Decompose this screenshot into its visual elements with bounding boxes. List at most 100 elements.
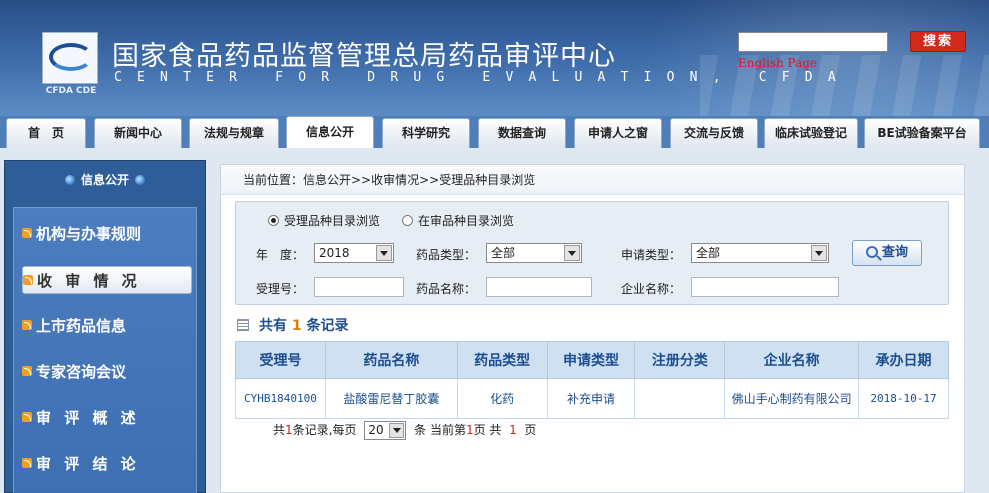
english-page-link[interactable]: English Page xyxy=(738,56,817,70)
sidebar-item-label: 专家咨询会议 xyxy=(36,363,127,381)
sidebar-item-label: 上市药品信息 xyxy=(36,317,127,335)
radio-label: 在审品种目录浏览 xyxy=(418,214,515,228)
chevron-down-icon[interactable] xyxy=(564,245,580,261)
sidebar-item-marketed-drugs[interactable]: 上市药品信息 xyxy=(22,312,192,340)
rss-icon xyxy=(22,320,32,330)
logo-swirl-icon xyxy=(49,43,93,71)
drug-type-select-value: 全部 xyxy=(491,246,516,260)
pager-total: 1 xyxy=(285,423,293,437)
record-count-number: 1 xyxy=(291,318,302,334)
sidebar-menu: 机构与办事规则 收 审 情 况 上市药品信息 专家咨询会议 审 评 概 述 审 … xyxy=(13,207,197,493)
sidebar-item-label: 审 评 概 述 xyxy=(36,409,140,427)
record-count-prefix: 共有 xyxy=(259,318,287,334)
company-label: 企业名称： xyxy=(621,282,682,296)
drug-type-select[interactable]: 全部 xyxy=(486,243,582,263)
col-apply-type: 申请类型 xyxy=(546,341,636,379)
col-date: 承办日期 xyxy=(858,341,949,379)
sidebar-item-rules[interactable]: 机构与办事规则 xyxy=(22,220,192,248)
year-select[interactable]: 2018 xyxy=(314,243,394,263)
radio-checked-icon xyxy=(268,215,279,226)
cell-accept-no[interactable]: CYHB1840100 xyxy=(235,378,326,419)
query-button-label: 查询 xyxy=(881,245,908,260)
radio-accepted-list[interactable]: 受理品种目录浏览 xyxy=(268,212,380,229)
rss-icon xyxy=(22,366,32,376)
pager-text: 条记录,每页 xyxy=(292,423,357,437)
radio-unchecked-icon xyxy=(402,215,413,226)
site-title: 国家食品药品监督管理总局药品审评中心 xyxy=(112,41,616,72)
radio-under-review-list[interactable]: 在审品种目录浏览 xyxy=(402,212,514,229)
year-select-value: 2018 xyxy=(319,246,350,260)
cell-apply-type: 补充申请 xyxy=(546,378,636,419)
record-count: 共有 1 条记录 xyxy=(237,315,349,335)
radio-label: 受理品种目录浏览 xyxy=(284,214,381,228)
nav-data-query[interactable]: 数据查询 xyxy=(478,118,566,148)
accept-no-label: 受理号： xyxy=(256,282,305,296)
query-button[interactable]: 查询 xyxy=(852,240,922,266)
search-icon xyxy=(865,246,878,258)
cell-reg-category xyxy=(634,378,726,419)
sidebar-item-review-conclusion[interactable]: 审 评 结 论 xyxy=(22,450,192,478)
logo-caption: CFDA CDE xyxy=(45,86,97,96)
per-page-value: 20 xyxy=(368,423,384,437)
rss-icon xyxy=(23,275,33,285)
sidebar-item-expert-meetings[interactable]: 专家咨询会议 xyxy=(22,358,192,386)
chevron-down-icon[interactable] xyxy=(376,245,392,261)
col-drug-type: 药品类型 xyxy=(456,341,548,379)
breadcrumb: 当前位置：信息公开>>收审情况>>受理品种目录浏览 xyxy=(221,165,964,195)
pager-text: 页 共 xyxy=(473,423,502,437)
col-company: 企业名称 xyxy=(724,341,860,379)
apply-type-select[interactable]: 全部 xyxy=(691,243,829,263)
site-header: CFDA CDE 国家食品药品监督管理总局药品审评中心 CENTER FOR D… xyxy=(0,0,989,116)
sidebar: 信息公开 机构与办事规则 收 审 情 况 上市药品信息 专家咨询会议 审 评 概… xyxy=(4,160,206,493)
company-input[interactable] xyxy=(691,277,839,297)
nav-be-platform[interactable]: BE试验备案平台 xyxy=(864,118,980,148)
sidebar-item-receipt-status[interactable]: 收 审 情 况 xyxy=(22,266,192,294)
bullet-icon xyxy=(135,175,145,185)
site-subtitle: CENTER FOR DRUG EVALUATION, CFDA xyxy=(114,70,851,85)
pager-pages: 1 xyxy=(509,423,517,437)
main-panel: 当前位置：信息公开>>收审情况>>受理品种目录浏览 受理品种目录浏览 在审品种目… xyxy=(220,164,965,493)
nav-applicant-window[interactable]: 申请人之窗 xyxy=(574,118,662,148)
bullet-icon xyxy=(64,175,75,185)
accept-no-input[interactable] xyxy=(314,277,404,297)
drug-name-label: 药品名称： xyxy=(416,282,477,296)
search-button[interactable]: 搜索 xyxy=(910,31,966,52)
sidebar-item-label: 收 审 情 况 xyxy=(37,272,141,290)
nav-news[interactable]: 新闻中心 xyxy=(94,118,182,148)
pager-text: 页 xyxy=(524,423,537,437)
filter-panel: 受理品种目录浏览 在审品种目录浏览 年 度： 2018 药品类型： 全部 申请类… xyxy=(235,201,949,305)
cell-drug-type: 化药 xyxy=(456,378,548,419)
sidebar-item-label: 审 评 结 论 xyxy=(36,455,140,473)
table-row[interactable]: CYHB1840100 盐酸雷尼替丁胶囊 化药 补充申请 佛山手心制药有限公司 … xyxy=(235,378,949,419)
rss-icon xyxy=(22,458,32,468)
pager-text: 条 当前第 xyxy=(414,423,466,437)
table-header-row: 受理号 药品名称 药品类型 申请类型 注册分类 企业名称 承办日期 xyxy=(235,341,949,379)
rss-icon xyxy=(22,228,32,238)
chevron-down-icon[interactable] xyxy=(389,423,405,438)
search-input[interactable] xyxy=(738,32,888,52)
drug-name-input[interactable] xyxy=(486,277,592,297)
nav-research[interactable]: 科学研究 xyxy=(382,118,470,148)
cfda-logo[interactable] xyxy=(42,32,98,84)
record-count-suffix: 条记录 xyxy=(306,318,349,334)
pager-current: 1 xyxy=(465,423,474,437)
chevron-down-icon[interactable] xyxy=(811,245,827,261)
nav-clinical-trial-registry[interactable]: 临床试验登记 xyxy=(764,118,858,148)
results-table: 受理号 药品名称 药品类型 申请类型 注册分类 企业名称 承办日期 CYHB18… xyxy=(235,341,949,419)
list-icon xyxy=(237,319,249,331)
col-accept-no: 受理号 xyxy=(235,341,326,379)
per-page-select[interactable]: 20 xyxy=(364,421,407,440)
sidebar-item-label: 机构与办事规则 xyxy=(36,225,142,243)
sidebar-item-review-overview[interactable]: 审 评 概 述 xyxy=(22,404,192,432)
sidebar-header: 信息公开 xyxy=(5,171,205,188)
nav-info-disclosure[interactable]: 信息公开 xyxy=(286,116,374,148)
cell-drug-name[interactable]: 盐酸雷尼替丁胶囊 xyxy=(324,378,458,419)
nav-home[interactable]: 首 页 xyxy=(6,118,86,148)
nav-communication[interactable]: 交流与反馈 xyxy=(670,118,758,148)
sidebar-header-label: 信息公开 xyxy=(80,173,129,187)
nav-regulations[interactable]: 法规与规章 xyxy=(189,118,279,148)
col-drug-name: 药品名称 xyxy=(324,341,458,379)
pagination: 共1条记录,每页 20 条 当前第1页 共 1 页 xyxy=(273,421,536,440)
cell-date: 2018-10-17 xyxy=(858,378,949,419)
cell-company: 佛山手心制药有限公司 xyxy=(724,378,860,419)
